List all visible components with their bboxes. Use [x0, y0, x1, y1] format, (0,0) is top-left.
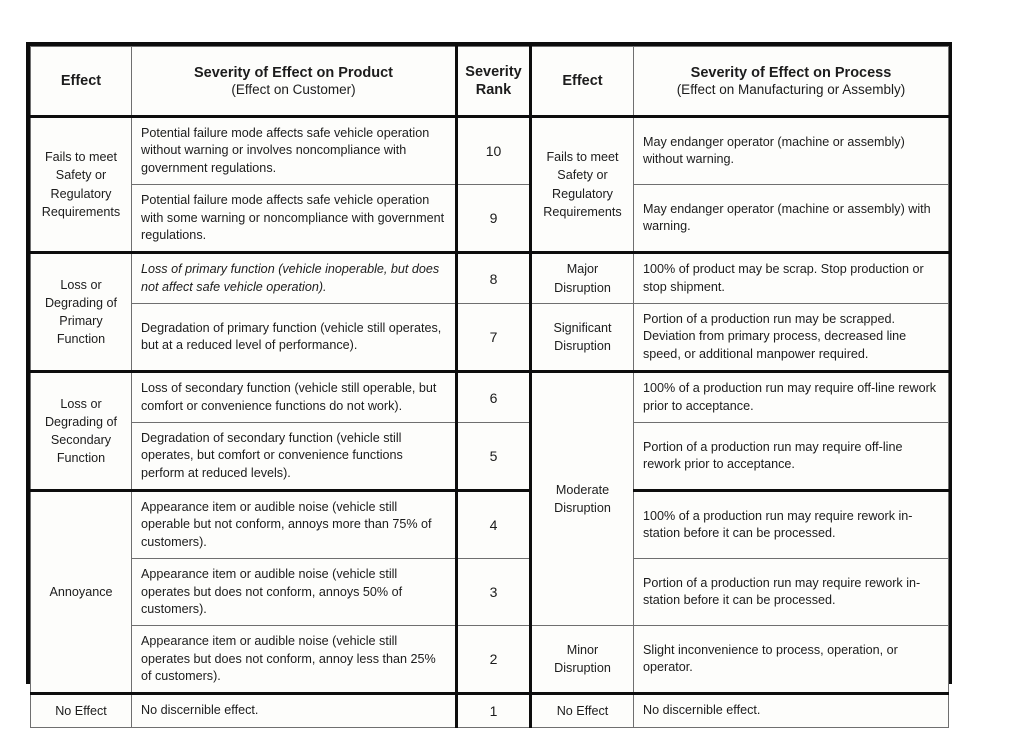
page-canvas: Effect Severity of Effect on Product (Ef…	[0, 0, 1009, 738]
product-effect-group-label-line: Function	[56, 332, 106, 347]
severity-process-description: Portion of a production run may be scrap…	[633, 302, 949, 373]
process-effect-group-label-line: Safety or	[557, 168, 608, 183]
severity-product-description: Loss of primary function (vehicle inoper…	[131, 251, 457, 304]
header-effect-process-label: Effect	[562, 72, 603, 89]
process-effect-group-label-line: Regulatory	[552, 186, 613, 201]
severity-process-description: Portion of a production run may require …	[633, 558, 949, 627]
severity-product-description: Appearance item or audible noise (vehicl…	[131, 558, 457, 627]
process-effect-group-label-line: Disruption	[554, 339, 611, 354]
process-effect-group-label-line: Disruption	[554, 661, 611, 676]
product-effect-group-label-line: Regulatory	[50, 186, 112, 201]
process-effect-group-label: Moderate Disruption	[530, 370, 634, 627]
severity-process-description: 100% of a production run may require rew…	[633, 488, 949, 560]
process-effect-group-label: No Effect	[530, 692, 634, 728]
severity-rank-value: 1	[455, 692, 532, 728]
product-effect-group-label-line: Primary	[59, 314, 103, 329]
product-effect-group-label-line: Fails to meet	[44, 150, 118, 165]
table-row: Potential failure mode affects safe vehi…	[31, 184, 949, 254]
severity-criteria-table: Effect Severity of Effect on Product (Ef…	[30, 46, 949, 728]
product-effect-group-label: No Effect	[30, 692, 132, 728]
header-severity-product-sub: (Effect on Customer)	[231, 81, 356, 97]
header-effect-product: Effect	[30, 46, 132, 117]
severity-process-description: 100% of product may be scrap. Stop produ…	[633, 251, 949, 304]
product-effect-group-label: Fails to meet Safety or Regulatory Requirem…	[30, 114, 132, 254]
process-effect-group-label-line: Moderate	[555, 482, 610, 497]
severity-criteria-table-frame: Effect Severity of Effect on Product (Ef…	[26, 42, 952, 728]
product-effect-group-label: Loss or Degrading of Secondary Function	[30, 370, 132, 491]
severity-rank-value: 4	[455, 488, 532, 560]
severity-process-description: May endanger operator (machine or assemb…	[633, 184, 949, 254]
process-effect-group-label-line: Significant	[553, 320, 612, 335]
table-row: Annoyance Appearance item or audible nois…	[30, 488, 949, 695]
process-effect-group-label: Major Disruption	[530, 251, 634, 304]
severity-product-description: Potential failure mode affects safe vehi…	[131, 184, 457, 254]
severity-process-description: No discernible effect.	[633, 692, 949, 728]
process-effect-group-label-line: No Effect	[556, 703, 609, 718]
process-effect-group-label-line: Disruption	[554, 280, 611, 295]
severity-rank-value: 8	[455, 251, 532, 304]
product-effect-group-label-line: Secondary	[50, 433, 112, 448]
severity-rank-value: 6	[455, 370, 532, 423]
severity-process-description: 100% of a production run may require off…	[633, 370, 949, 423]
product-effect-group-label-line: Requirements	[41, 204, 121, 219]
header-severity-product-main: Severity of Effect on Product	[193, 64, 393, 81]
product-effect-group-label: Loss or Degrading of Primary Function	[30, 251, 132, 373]
header-severity-process-sub: (Effect on Manufacturing or Assembly)	[676, 81, 906, 97]
process-effect-group-label-line: Requirements	[543, 204, 622, 219]
table-row: Loss or Degrading of Secondary Function Loss…	[30, 370, 949, 627]
table-body: Fails to meet Safety or Regulatory Requirem…	[30, 114, 949, 728]
table-row: Appearance item or audible noise (vehicl…	[31, 625, 949, 695]
header-severity-process: Severity of Effect on Process (Effect on…	[633, 46, 949, 117]
process-effect-group-label-line: Minor	[566, 643, 599, 658]
severity-rank-value: 3	[455, 558, 532, 627]
process-effect-group-label: Significant Disruption	[530, 302, 634, 373]
process-effect-group-label-line: Disruption	[554, 501, 611, 516]
severity-product-description: Degradation of primary function (vehicle…	[131, 302, 457, 373]
process-effect-group-label: Minor Disruption	[530, 625, 634, 695]
header-severity-product: Severity of Effect on Product (Effect on…	[131, 46, 457, 117]
process-effect-group-label: Fails to meet Safety or Regulatory Requirem…	[530, 114, 634, 254]
table-row: Appearance item or audible noise (vehicl…	[31, 558, 949, 627]
header-severity-rank-line1: Severity	[465, 63, 522, 80]
product-effect-group-label-line: Degrading of	[44, 295, 118, 310]
header-severity-rank-line2: Rank	[475, 82, 512, 98]
process-effect-group-label-line: Fails to meet	[546, 150, 619, 165]
severity-product-description: Degradation of secondary function (vehic…	[131, 421, 457, 492]
severity-rank-value: 9	[455, 184, 532, 254]
severity-product-description: Appearance item or audible noise (vehicl…	[131, 625, 457, 695]
header-effect-process: Effect	[530, 46, 634, 117]
product-effect-group-label-line: Annoyance	[49, 585, 113, 600]
product-effect-group-label-line: Degrading of	[44, 414, 118, 429]
header-effect-product-label: Effect	[60, 72, 102, 89]
severity-product-description: Potential failure mode affects safe vehi…	[131, 114, 457, 186]
severity-rank-value: 7	[455, 302, 532, 373]
severity-process-description: Slight inconvenience to process, operati…	[633, 625, 949, 695]
product-effect-group-label-line: Function	[56, 451, 106, 466]
table-row: Loss or Degrading of Primary Function Loss o…	[30, 251, 949, 373]
product-effect-group-label-line: Safety or	[55, 168, 107, 183]
table-row: No Effect No discernible effect. 1 No Effec…	[30, 692, 949, 728]
severity-process-description: May endanger operator (machine or assemb…	[633, 114, 949, 186]
severity-product-description: No discernible effect.	[131, 692, 457, 728]
severity-process-description: Portion of a production run may require …	[633, 421, 949, 492]
header-severity-rank: Severity Rank	[455, 46, 532, 117]
severity-rank-value: 2	[455, 625, 532, 695]
product-effect-group-label-line: No Effect	[55, 703, 107, 718]
product-effect-group-label-line: Loss or	[60, 396, 102, 411]
header-severity-process-main: Severity of Effect on Process	[690, 64, 892, 81]
severity-product-description: Loss of secondary function (vehicle stil…	[131, 370, 457, 423]
process-effect-group-label-line: Major	[566, 262, 599, 277]
severity-rank-value: 5	[455, 421, 532, 492]
table-header: Effect Severity of Effect on Product (Ef…	[30, 46, 949, 117]
product-effect-group-label-line: Loss or	[60, 277, 102, 292]
table-row: Degradation of primary function (vehicle…	[31, 302, 949, 373]
product-effect-group-label: Annoyance	[30, 488, 132, 695]
table-row: Degradation of secondary function (vehic…	[31, 421, 949, 492]
severity-product-description: Appearance item or audible noise (vehicl…	[131, 488, 457, 560]
severity-rank-value: 10	[455, 114, 532, 186]
table-row: Fails to meet Safety or Regulatory Requirem…	[30, 114, 949, 254]
header-row: Effect Severity of Effect on Product (Ef…	[30, 46, 949, 117]
